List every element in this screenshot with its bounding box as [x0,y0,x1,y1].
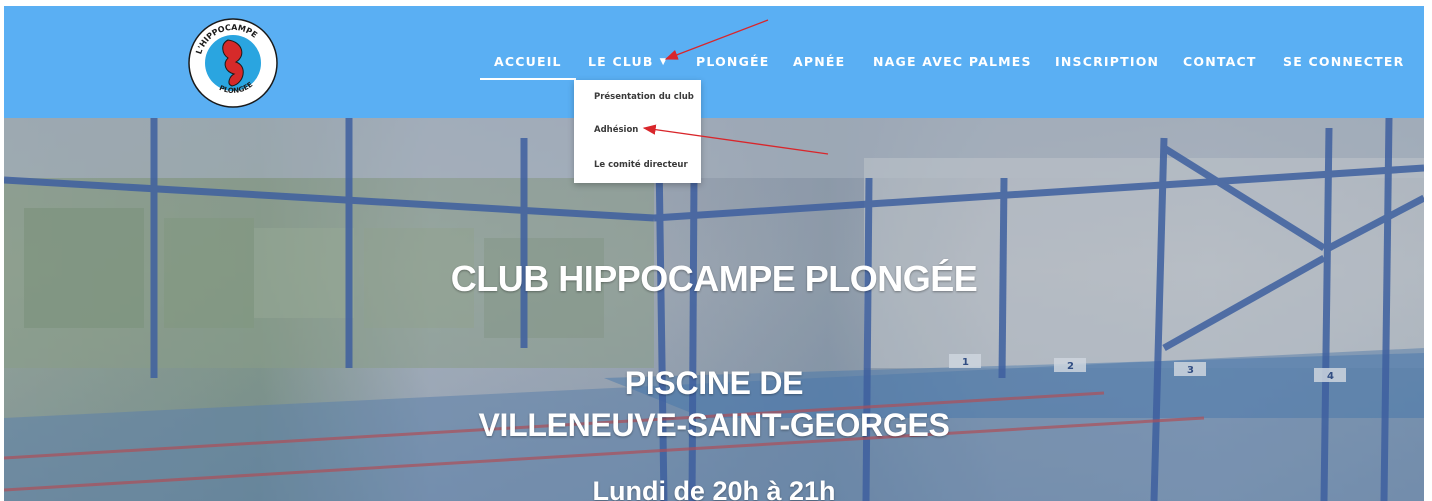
hero-subtitle-line1: PISCINE DE [624,365,804,401]
dropdown-item-presentation[interactable]: Présentation du club [594,92,694,102]
nav-item-contact[interactable]: CONTACT [1183,54,1257,74]
main-nav: ACCUEIL LE CLUB ▼ PLONGÉE APNÉE NAGE AVEC… [4,6,1424,118]
hero-schedule: Lundi de 20h à 21h [592,476,836,501]
le-club-dropdown-menu: Présentation du club Adhésion Le comité … [574,80,701,183]
nav-item-accueil[interactable]: ACCUEIL [480,54,576,80]
page: 1 2 3 4 CLUB HIPPOCAMPE PLONGÉE PISCINE … [0,0,1432,501]
hero-title: CLUB HIPPOCAMPE PLONGÉE [450,258,978,299]
nav-item-inscription[interactable]: INSCRIPTION [1055,54,1159,74]
dropdown-item-comite-directeur[interactable]: Le comité directeur [594,160,688,170]
hero-subtitle-line2: VILLENEUVE-SAINT-GEORGES [478,407,950,443]
nav-item-se-connecter[interactable]: SE CONNECTER [1283,54,1404,74]
hero-banner: 1 2 3 4 CLUB HIPPOCAMPE PLONGÉE PISCINE … [4,118,1424,501]
site-header: L'HIPPOCAMPE PLONGEE ACCUEIL LE CLUB ▼ PL… [4,6,1424,118]
nav-item-plongee[interactable]: PLONGÉE [696,54,770,74]
caret-down-icon: ▼ [659,57,668,67]
nav-item-le-club-label: LE CLUB [588,54,654,69]
dropdown-item-adhesion[interactable]: Adhésion [594,125,638,135]
nav-item-nage-avec-palmes[interactable]: NAGE AVEC PALMES [873,54,1032,74]
nav-item-apnee[interactable]: APNÉE [793,54,845,74]
nav-item-le-club[interactable]: LE CLUB ▼ [588,54,668,74]
hero-subtitle: PISCINE DE VILLENEUVE-SAINT-GEORGES [4,362,1424,446]
